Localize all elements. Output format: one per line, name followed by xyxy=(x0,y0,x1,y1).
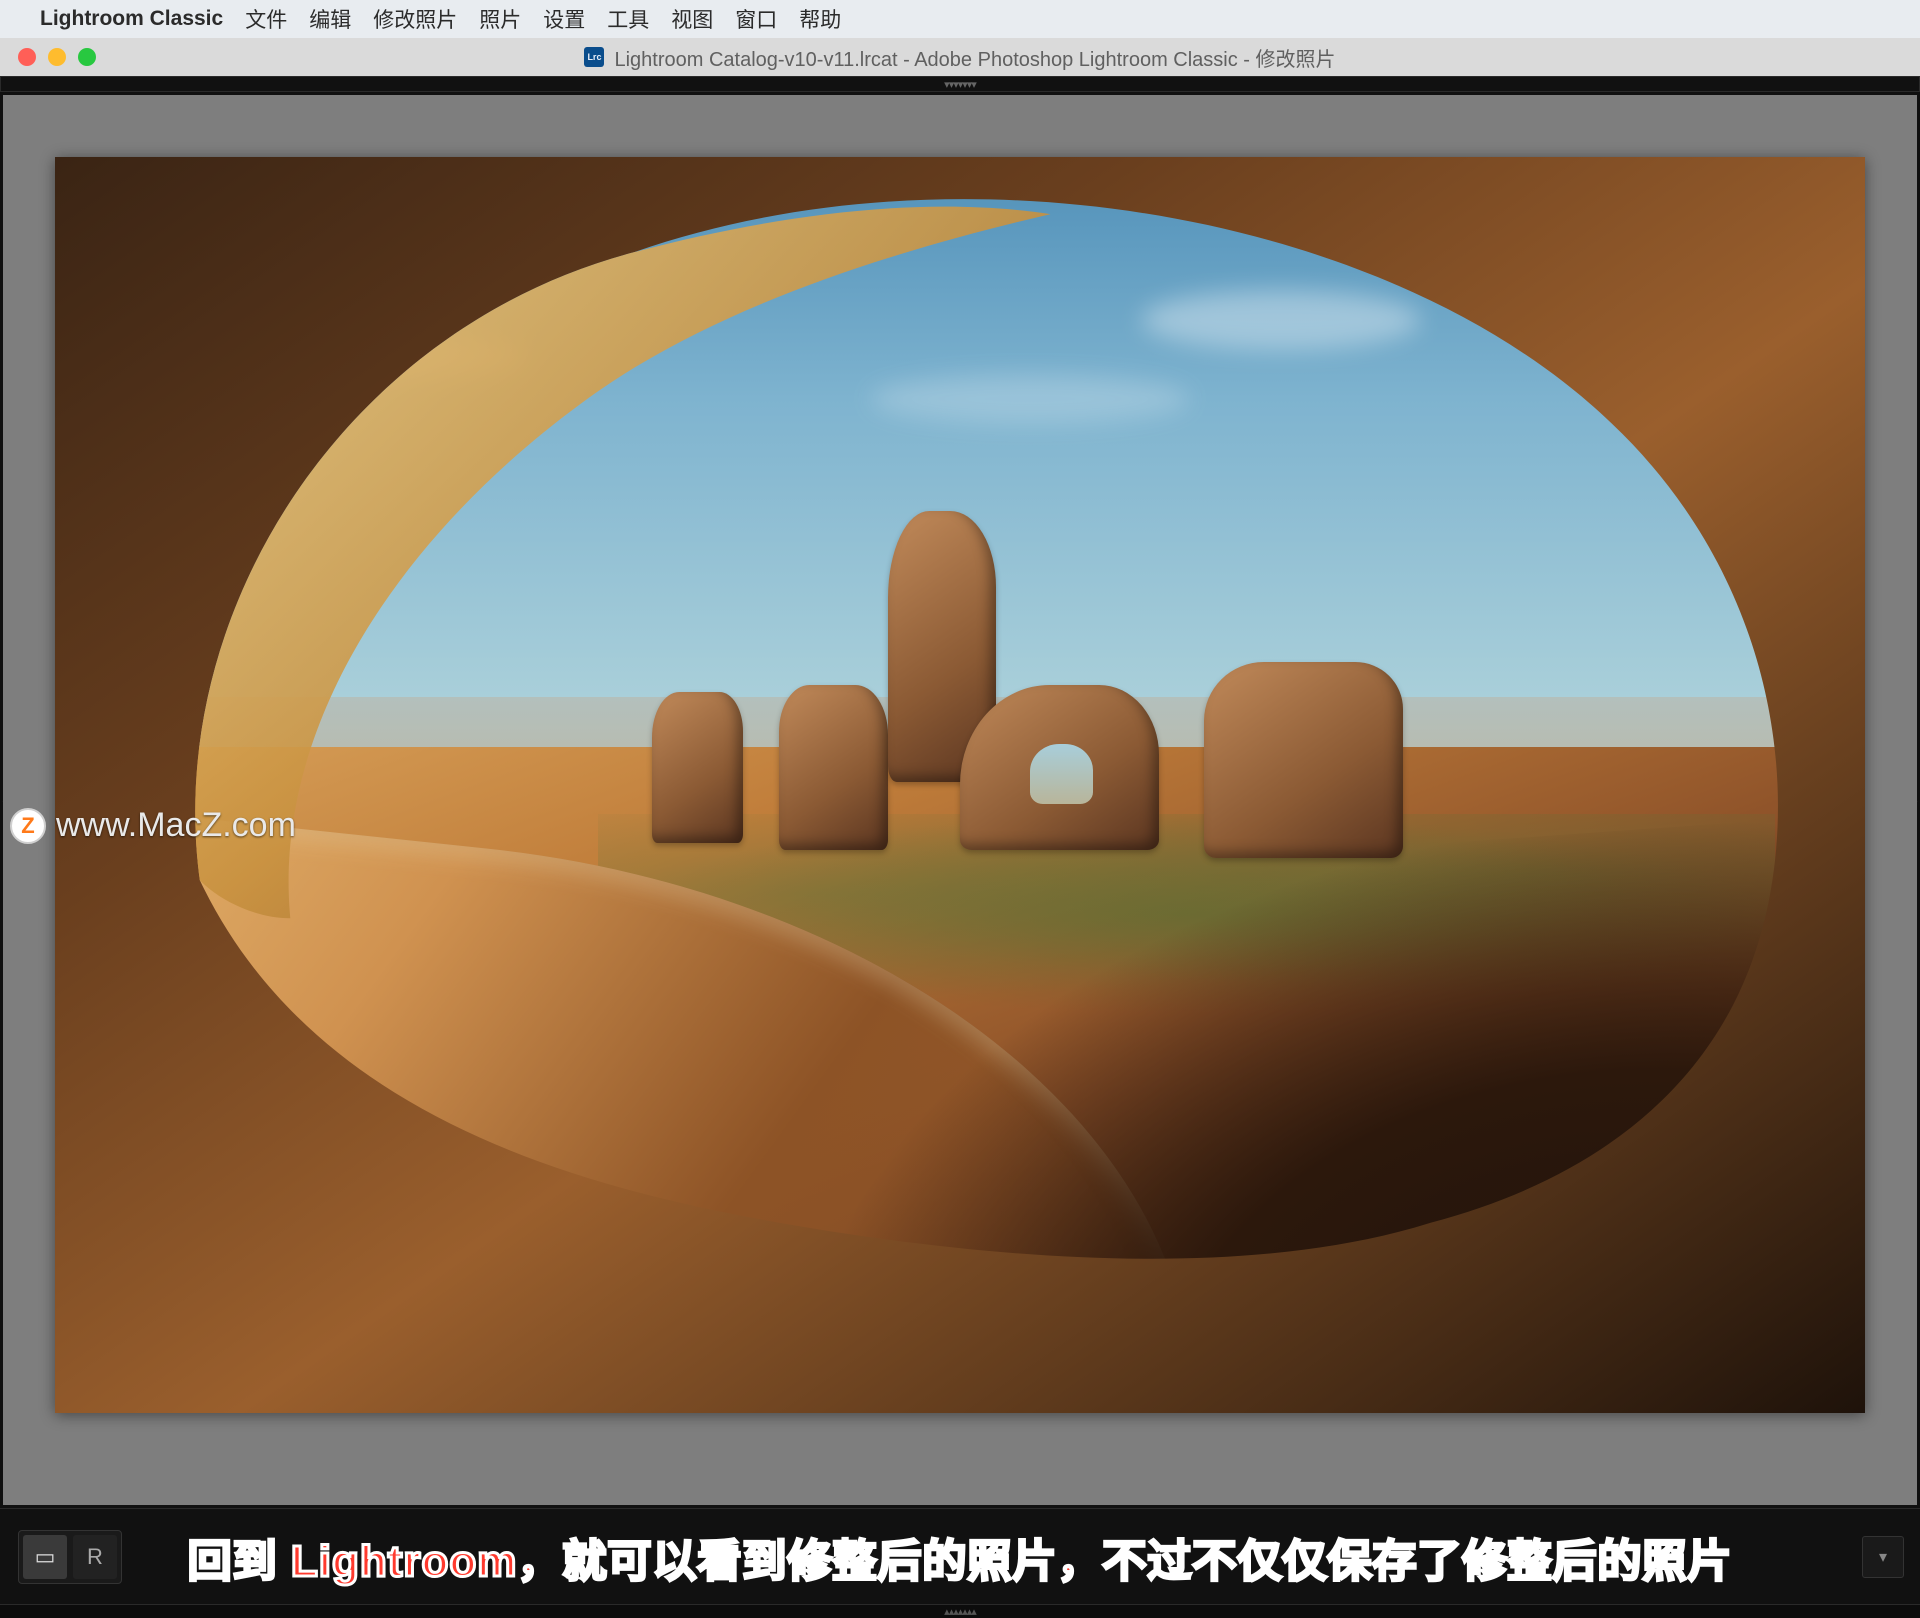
menu-tools[interactable]: 工具 xyxy=(607,4,649,34)
watermark-text: www.MacZ.com xyxy=(56,806,296,845)
menu-view[interactable]: 视图 xyxy=(671,4,713,34)
menu-edit[interactable]: 编辑 xyxy=(309,4,351,34)
rectangle-icon: ▭ xyxy=(35,1544,56,1570)
menu-window[interactable]: 窗口 xyxy=(735,4,777,34)
window-title: Lightroom Catalog-v10-v11.lrcat - Adobe … xyxy=(614,43,1335,72)
menu-help[interactable]: 帮助 xyxy=(799,4,841,34)
watermark: Z www.MacZ.com xyxy=(10,806,296,845)
edited-photo xyxy=(55,157,1865,1413)
menu-settings[interactable]: 设置 xyxy=(543,4,585,34)
chevron-up-icon: ▴▴▴▴▴▴▴ xyxy=(944,1605,976,1618)
window-maximize-button[interactable] xyxy=(78,48,96,66)
macos-menubar: Lightroom Classic 文件 编辑 修改照片 照片 设置 工具 视图… xyxy=(0,0,1920,38)
r-button[interactable]: R xyxy=(73,1535,117,1579)
tutorial-caption: 回到 Lightroom，就可以看到修整后的照片，不过不仅仅保存了修整后的照片 xyxy=(120,1525,1800,1589)
view-mode-group: ▭ R xyxy=(18,1530,122,1584)
window-titlebar: Lrc Lightroom Catalog-v10-v11.lrcat - Ad… xyxy=(0,38,1920,76)
top-panel-toggle[interactable]: ▾▾▾▾▾▾▾ xyxy=(0,76,1920,92)
chevron-down-icon: ▾ xyxy=(1879,1547,1887,1567)
window-close-button[interactable] xyxy=(18,48,36,66)
window-minimize-button[interactable] xyxy=(48,48,66,66)
menubar-app-name[interactable]: Lightroom Classic xyxy=(40,7,223,31)
toolbar-options-button[interactable]: ▾ xyxy=(1862,1536,1904,1578)
chevron-down-icon: ▾▾▾▾▾▾▾ xyxy=(944,78,976,91)
develop-viewport: ◂ ▸ xyxy=(0,92,1920,1508)
menu-develop[interactable]: 修改照片 xyxy=(373,4,457,34)
menu-file[interactable]: 文件 xyxy=(245,4,287,34)
watermark-badge-icon: Z xyxy=(10,808,46,844)
loupe-view-button[interactable]: ▭ xyxy=(23,1535,67,1579)
window-title-container: Lrc Lightroom Catalog-v10-v11.lrcat - Ad… xyxy=(0,43,1920,72)
filmstrip-toggle[interactable]: ▴▴▴▴▴▴▴ xyxy=(0,1604,1920,1618)
menu-photo[interactable]: 照片 xyxy=(479,4,521,34)
bottom-toolbar: ▭ R 回到 Lightroom，就可以看到修整后的照片，不过不仅仅保存了修整后… xyxy=(0,1508,1920,1604)
lightroom-app-icon: Lrc xyxy=(584,47,604,67)
traffic-lights xyxy=(18,48,96,66)
photo-canvas-area[interactable] xyxy=(3,95,1917,1505)
